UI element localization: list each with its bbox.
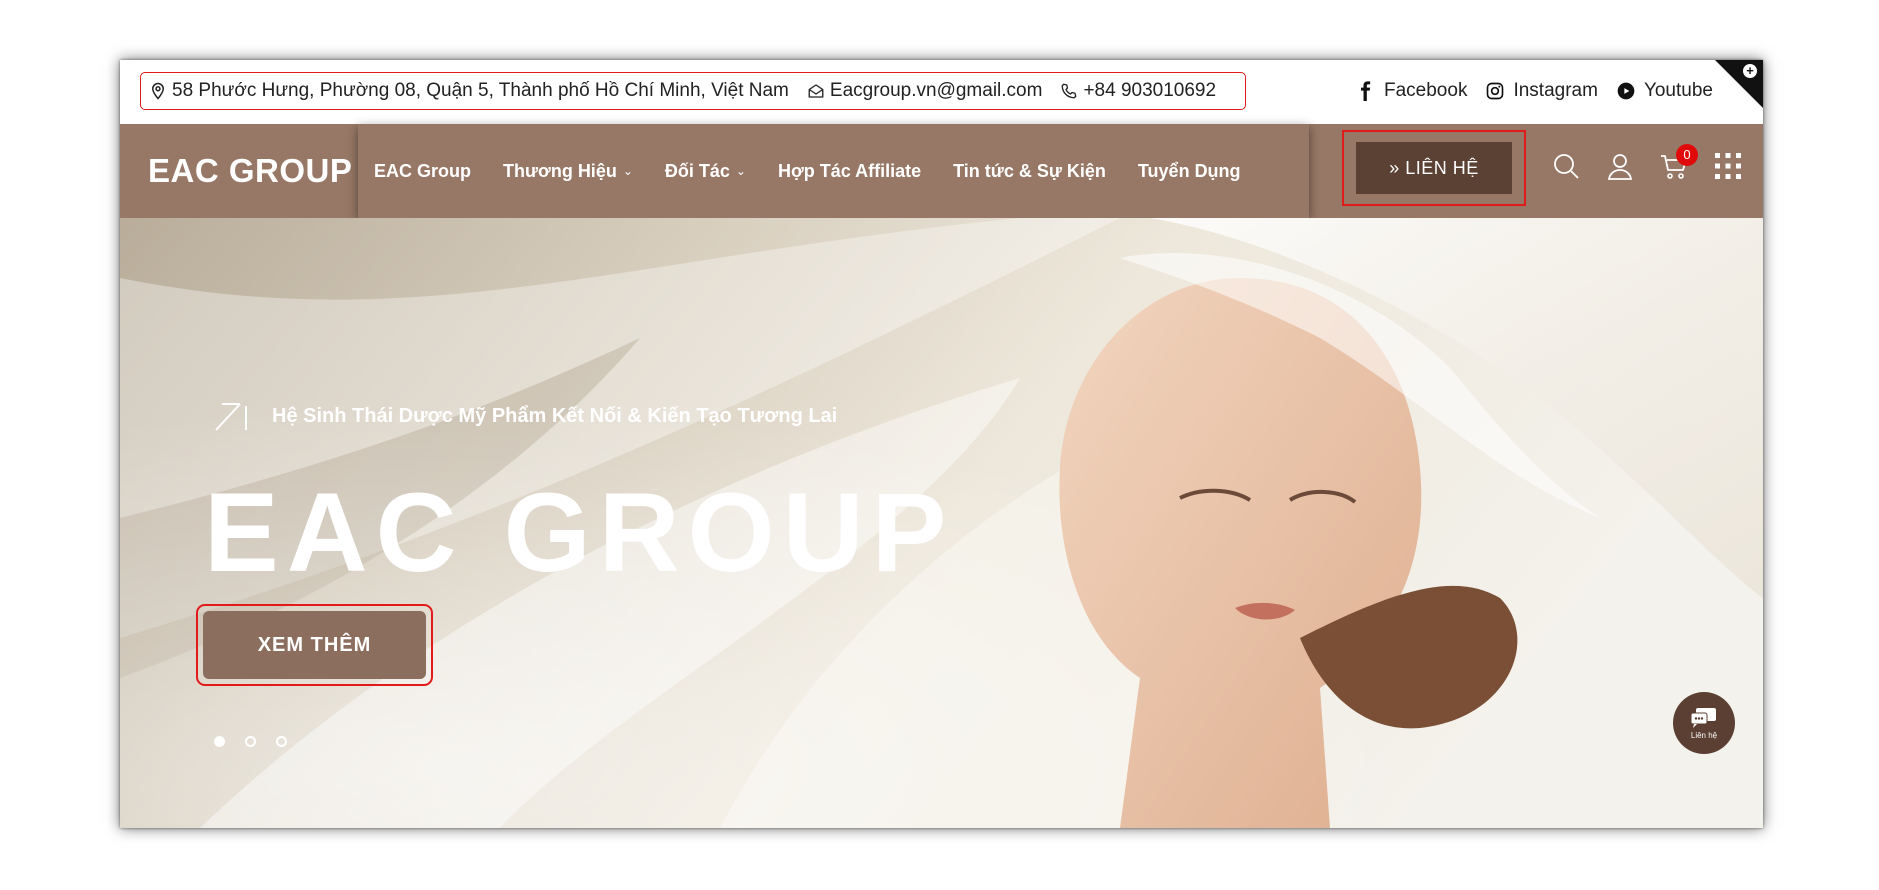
top-bar: 58 Phước Hưng, Phường 08, Quận 5, Thành … xyxy=(120,60,1763,124)
contact-chat-widget[interactable]: Liên hệ xyxy=(1673,692,1735,754)
menu-item-careers[interactable]: Tuyển Dụng xyxy=(1138,161,1241,182)
hero-tagline-text: Hệ Sinh Thái Dược Mỹ Phẩm Kết Nối & Kiến… xyxy=(272,404,838,427)
menu-label: Hợp Tác Affiliate xyxy=(777,160,922,181)
envelope-open-icon xyxy=(808,84,824,98)
arrow-up-right-icon xyxy=(215,403,247,431)
menu-label: Đối Tác xyxy=(664,160,730,181)
slider-dot-2[interactable] xyxy=(245,736,256,747)
phone-text: +84 903010692 xyxy=(1083,80,1217,101)
search-button[interactable] xyxy=(1550,150,1582,182)
hero-tagline: Hệ Sinh Thái Dược Mỹ Phẩm Kết Nối & Kiến… xyxy=(214,400,837,432)
phone-icon xyxy=(1062,83,1077,99)
contact-info-highlight: 58 Phước Hưng, Phường 08, Quận 5, Thành … xyxy=(140,72,1246,110)
plus-icon[interactable]: + xyxy=(1743,64,1757,78)
chat-bubble-icon xyxy=(1690,707,1716,728)
chevron-down-icon: ⌄ xyxy=(735,164,746,178)
email-link[interactable]: Eacgroup.vn@gmail.com xyxy=(807,80,1043,102)
address-text: 58 Phước Hưng, Phường 08, Quận 5, Thành … xyxy=(172,80,789,101)
menu-label: Thương Hiệu xyxy=(503,160,617,181)
apps-menu-button[interactable] xyxy=(1712,150,1744,182)
instagram-icon xyxy=(1487,82,1504,100)
phone-link[interactable]: +84 903010692 xyxy=(1060,80,1216,102)
location-pin-icon xyxy=(151,82,165,100)
youtube-link[interactable]: Youtube xyxy=(1616,80,1713,102)
contact-button[interactable]: » LIÊN HỆ xyxy=(1356,142,1512,194)
slider-dot-1[interactable] xyxy=(214,736,225,747)
cta-highlight: XEM THÊM xyxy=(196,604,433,686)
main-menu: EAC Group Thương Hiệu ⌄ Đối Tác ⌄ Hợp Tác … xyxy=(358,124,1309,218)
chat-widget-label: Liên hệ xyxy=(1690,730,1718,740)
social-links: Facebook Instagram Youtube xyxy=(1356,72,1731,110)
facebook-icon xyxy=(1361,81,1371,101)
chevron-down-icon: ⌄ xyxy=(622,164,633,178)
menu-item-doi-tac[interactable]: Đối Tác ⌄ xyxy=(665,161,746,182)
nav-icons: 0 xyxy=(1550,144,1763,182)
account-button[interactable] xyxy=(1604,150,1636,182)
instagram-link[interactable]: Instagram xyxy=(1485,80,1598,102)
address-item: 58 Phước Hưng, Phường 08, Quận 5, Thành … xyxy=(149,80,789,102)
facebook-label: Facebook xyxy=(1384,80,1468,101)
menu-label: Tuyển Dụng xyxy=(1137,160,1241,181)
contact-button-highlight: » LIÊN HỆ xyxy=(1342,130,1526,206)
grid-dots-icon xyxy=(1715,153,1741,179)
menu-item-affiliate[interactable]: Hợp Tác Affiliate xyxy=(778,161,921,182)
youtube-label: Youtube xyxy=(1643,80,1713,101)
hero-slider: Hệ Sinh Thái Dược Mỹ Phẩm Kết Nối & Kiến… xyxy=(120,218,1763,828)
cart-count-badge: 0 xyxy=(1676,144,1698,166)
menu-item-news[interactable]: Tin tức & Sự Kiện xyxy=(953,161,1106,182)
instagram-label: Instagram xyxy=(1513,80,1598,101)
slider-dot-3[interactable] xyxy=(276,736,287,747)
browser-page: 58 Phước Hưng, Phường 08, Quận 5, Thành … xyxy=(120,60,1763,828)
site-logo[interactable]: EAC GROUP xyxy=(148,152,352,190)
menu-label: Tin tức & Sự Kiện xyxy=(953,160,1106,181)
menu-item-thuong-hieu[interactable]: Thương Hiệu ⌄ xyxy=(503,161,633,182)
slider-dots xyxy=(214,736,307,747)
facebook-link[interactable]: Facebook xyxy=(1356,80,1467,102)
menu-label: EAC Group xyxy=(374,160,471,181)
view-more-button[interactable]: XEM THÊM xyxy=(203,611,426,679)
youtube-icon xyxy=(1617,82,1635,100)
user-icon xyxy=(1607,154,1633,180)
email-text: Eacgroup.vn@gmail.com xyxy=(829,80,1043,101)
menu-item-eac-group[interactable]: EAC Group xyxy=(374,161,471,182)
hero-title: EAC GROUP xyxy=(204,470,955,595)
search-icon xyxy=(1554,154,1579,179)
cart-button[interactable]: 0 xyxy=(1658,144,1698,182)
main-navbar: EAC GROUP EAC Group Thương Hiệu ⌄ Đối Tác… xyxy=(120,124,1763,218)
